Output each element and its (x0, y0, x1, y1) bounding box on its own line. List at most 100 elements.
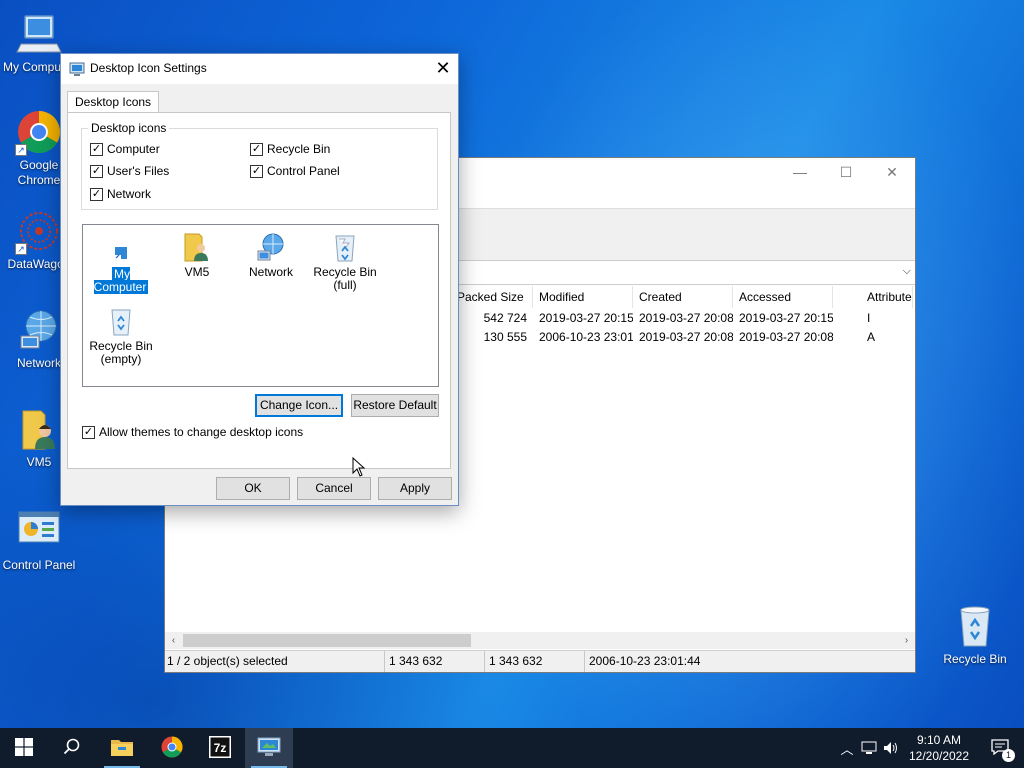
checkmark-icon[interactable]: ✓ (90, 142, 103, 156)
apply-button[interactable]: Apply (378, 477, 452, 500)
close-icon[interactable]: ✕ (869, 158, 915, 186)
volume-icon[interactable] (880, 741, 902, 755)
checkbox-label: Network (107, 187, 152, 201)
recycle-bin-full-icon (329, 231, 361, 263)
taskbar-clock[interactable]: 9:10 AM 12/20/2022 (904, 732, 974, 764)
packed-size-cell: 130 555 (483, 330, 527, 344)
chevron-down-icon[interactable]: ⌵ (903, 265, 911, 278)
notification-badge: 1 (1002, 748, 1015, 762)
checkbox-control-panel[interactable]: ✓ Control Panel (250, 164, 340, 178)
list-item-label: Recycle Bin (313, 265, 377, 279)
cancel-button[interactable]: Cancel (297, 477, 371, 500)
checkmark-icon[interactable]: ✓ (250, 164, 263, 178)
user-folder-icon (15, 405, 63, 453)
chevron-right-icon[interactable]: › (898, 632, 915, 649)
desktop-icon-recycle-bin[interactable]: Recycle Bin (936, 602, 1014, 667)
shortcut-arrow-icon: ↗ (15, 144, 27, 156)
checkbox-allow-themes[interactable]: ✓ Allow themes to change desktop icons (82, 425, 303, 439)
network-icon (255, 231, 287, 263)
clock-time: 9:10 AM (916, 733, 962, 747)
column-header-modified[interactable]: Modified (533, 286, 633, 308)
checkbox-label: Recycle Bin (267, 142, 331, 156)
desktop-icon-settings-dialog[interactable]: Desktop Icon Settings ✕ Desktop Icons De… (60, 53, 459, 506)
change-icon-button[interactable]: Change Icon... (255, 394, 343, 417)
list-item-vm5[interactable]: VM5 (159, 231, 235, 279)
shortcut-arrow-icon: ↗ (15, 243, 27, 255)
created-cell: 2019-03-27 20:08 (639, 311, 733, 325)
clock-date: 12/20/2022 (908, 749, 970, 763)
taskbar: 7z ︿ 9:10 AM 12/20/2022 1 (0, 728, 1024, 768)
taskbar-7zip[interactable]: 7z (196, 728, 244, 768)
control-panel-icon (15, 508, 63, 556)
computer-shortcut-icon (105, 233, 137, 265)
group-title: Desktop icons (88, 121, 170, 135)
checkmark-icon[interactable]: ✓ (250, 142, 263, 156)
list-item-network[interactable]: Network (233, 231, 309, 279)
chevron-left-icon[interactable]: ‹ (165, 632, 182, 649)
taskbar-chrome[interactable] (148, 728, 196, 768)
svg-text:7z: 7z (214, 741, 227, 755)
file-explorer-icon (110, 737, 134, 760)
checkbox-label: Computer (107, 142, 160, 156)
start-button[interactable] (0, 728, 48, 768)
checkbox-recycle-bin[interactable]: ✓ Recycle Bin (250, 142, 330, 156)
tab-strip: Desktop Icons (67, 90, 160, 112)
mouse-cursor-icon (352, 456, 366, 480)
list-item-recycle-bin-empty[interactable]: Recycle Bin (empty) (83, 305, 159, 366)
recycle-bin-icon (951, 602, 999, 650)
status-size: 1 343 632 (385, 651, 485, 672)
status-packed: 1 343 632 (485, 651, 585, 672)
desktop-settings-icon (69, 61, 85, 77)
accessed-cell: 2019-03-27 20:08 (739, 330, 833, 344)
minimize-icon[interactable]: — (777, 158, 823, 186)
icon-list[interactable]: My Computer VM5 Network Recycle Bin (ful… (82, 224, 439, 387)
chrome-icon (160, 735, 184, 762)
checkmark-icon[interactable]: ✓ (90, 164, 103, 178)
network-status-icon[interactable] (858, 741, 880, 755)
checkbox-users-files[interactable]: ✓ User's Files (90, 164, 169, 178)
chevron-up-icon[interactable]: ︿ (836, 739, 858, 758)
dialog-title: Desktop Icon Settings (90, 61, 207, 75)
modified-cell: 2019-03-27 20:15 (539, 311, 633, 325)
list-item-label: My Computer (93, 267, 149, 294)
maximize-icon[interactable]: ☐ (823, 158, 869, 186)
system-tray: ︿ (836, 728, 902, 768)
column-header-attributes[interactable]: Attributes (833, 286, 913, 308)
attributes-cell: I (867, 311, 871, 325)
accessed-cell: 2019-03-27 20:15 (739, 311, 833, 325)
tab-panel: Desktop icons ✓ Computer ✓ Recycle Bin ✓… (67, 112, 451, 469)
list-item-my-computer[interactable]: My Computer (83, 233, 159, 294)
restore-default-button[interactable]: Restore Default (351, 394, 439, 417)
ok-button[interactable]: OK (216, 477, 290, 500)
checkbox-computer[interactable]: ✓ Computer (90, 142, 160, 156)
checkbox-network[interactable]: ✓ Network (90, 187, 151, 201)
column-header-packed-size[interactable]: Packed Size (455, 286, 533, 308)
recycle-bin-empty-icon (105, 305, 137, 337)
close-icon[interactable]: ✕ (428, 54, 458, 84)
list-item-label: Network (248, 265, 293, 279)
taskbar-desktop-icon-settings[interactable] (245, 728, 293, 768)
list-item-sublabel: (empty) (100, 352, 142, 366)
action-center-button[interactable]: 1 (976, 728, 1024, 768)
column-header-accessed[interactable]: Accessed (733, 286, 833, 308)
column-header-created[interactable]: Created (633, 286, 733, 308)
list-item-label: VM5 (184, 265, 210, 279)
desktop-settings-icon (257, 736, 281, 761)
scrollbar-thumb[interactable] (183, 634, 471, 647)
checkmark-icon[interactable]: ✓ (82, 425, 95, 439)
horizontal-scrollbar[interactable]: ‹ › (165, 632, 915, 649)
dialog-titlebar[interactable]: Desktop Icon Settings ✕ (61, 54, 458, 84)
status-date: 2006-10-23 23:01:44 (589, 654, 701, 668)
checkmark-icon[interactable]: ✓ (90, 187, 103, 201)
desktop-icon-control-panel[interactable]: Control Panel (0, 508, 78, 573)
tab-desktop-icons[interactable]: Desktop Icons (67, 91, 160, 112)
checkbox-label: Allow themes to change desktop icons (99, 425, 304, 439)
chrome-icon: ↗ (15, 108, 63, 156)
modified-cell: 2006-10-23 23:01 (539, 330, 633, 344)
search-button[interactable] (48, 728, 96, 768)
taskbar-file-explorer[interactable] (98, 728, 146, 768)
list-item-recycle-bin-full[interactable]: Recycle Bin (full) (307, 231, 383, 292)
attributes-cell: A (867, 330, 876, 344)
list-item-label: Recycle Bin (89, 339, 153, 353)
windows-logo-icon (15, 737, 33, 759)
